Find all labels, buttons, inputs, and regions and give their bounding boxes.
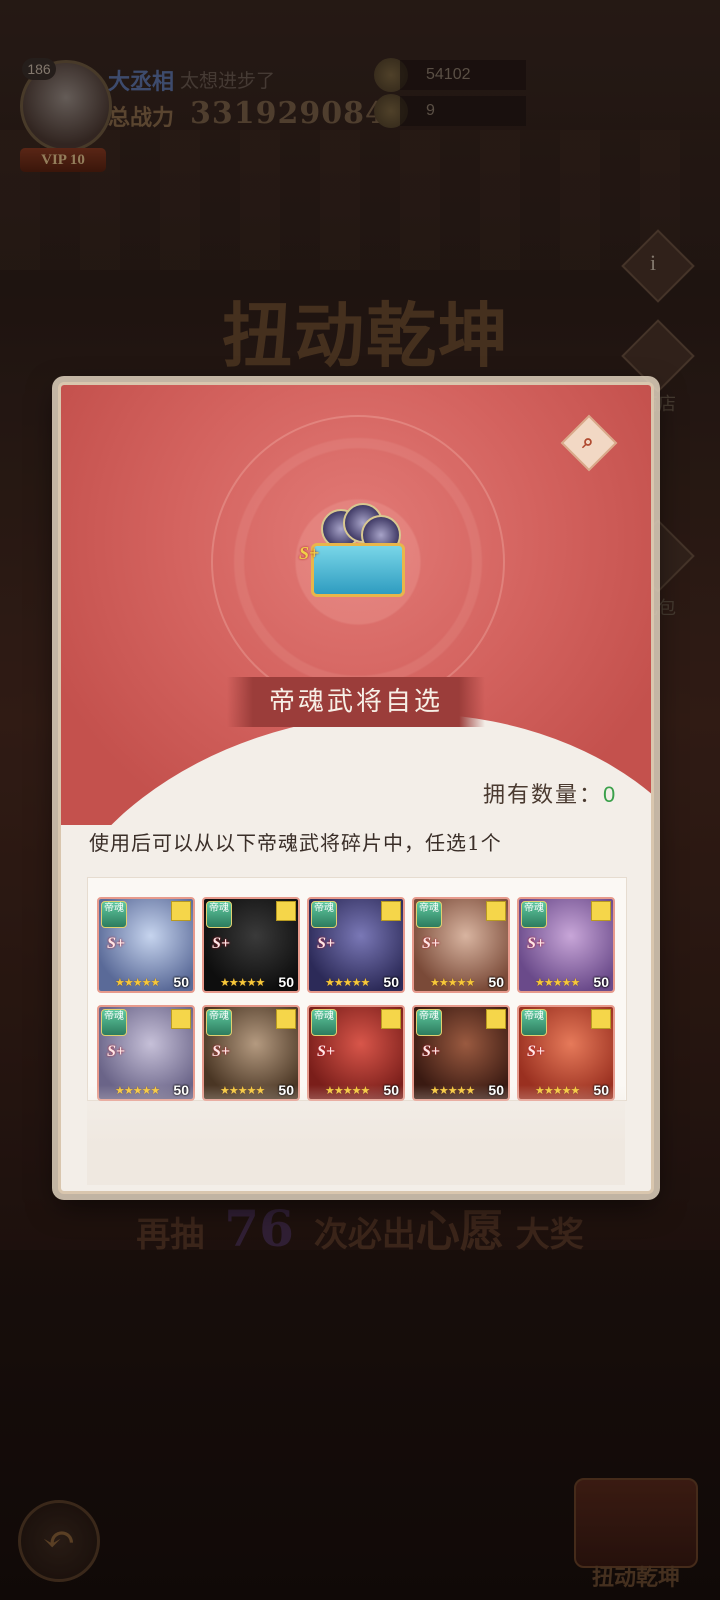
hero-tag: S+ xyxy=(422,935,441,952)
owned-value: 0 xyxy=(603,782,618,807)
chest-box xyxy=(311,543,405,597)
hero-level: 50 xyxy=(383,974,399,990)
hero-tag: S+ xyxy=(317,935,336,952)
fragment-icon xyxy=(171,1009,191,1029)
hero-card[interactable]: 帝魂 S+ ★★★★★ 50 xyxy=(307,897,405,993)
fragment-icon xyxy=(591,901,611,921)
hero-tag: S+ xyxy=(527,1043,546,1060)
owned-count: 拥有数量：0 xyxy=(483,777,617,809)
hero-tag: S+ xyxy=(107,935,126,952)
hero-grade-badge: 帝魂 xyxy=(206,1009,232,1036)
hero-grade-badge: 帝魂 xyxy=(101,1009,127,1036)
hero-tag: S+ xyxy=(212,1043,231,1060)
hero-level: 50 xyxy=(173,974,189,990)
chest-tag: S+ xyxy=(299,543,320,563)
hero-grade-badge: 帝魂 xyxy=(311,901,337,928)
hero-stars: ★★★★★ xyxy=(220,976,265,989)
hero-grade-badge: 帝魂 xyxy=(521,1009,547,1036)
fragment-icon xyxy=(276,901,296,921)
hero-tag: S+ xyxy=(107,1043,126,1060)
hero-card[interactable]: 帝魂 S+ ★★★★★ 50 xyxy=(97,897,195,993)
hero-stars: ★★★★★ xyxy=(115,976,160,989)
hero-stars: ★★★★★ xyxy=(325,976,370,989)
hero-grade-badge: 帝魂 xyxy=(311,1009,337,1036)
grid-fade xyxy=(87,1085,625,1185)
hero-grade-badge: 帝魂 xyxy=(521,901,547,928)
item-description: 使用后可以从以下帝魂武将碎片中，任选1个 xyxy=(89,831,502,855)
hero-level: 50 xyxy=(593,974,609,990)
fragment-icon xyxy=(276,1009,296,1029)
item-detail-modal: ⌕ S+ 帝魂武将自选 拥有数量：0 使用后可以从以下帝魂武将碎片中，任选1个 … xyxy=(58,382,654,1194)
magnify-icon: ⌕ xyxy=(582,429,594,453)
hero-card[interactable]: 帝魂 S+ ★★★★★ 50 xyxy=(517,897,615,993)
modal-title: 帝魂武将自选 xyxy=(268,687,443,717)
hero-tag: S+ xyxy=(422,1043,441,1060)
hero-tag: S+ xyxy=(212,935,231,952)
hero-grade-badge: 帝魂 xyxy=(206,901,232,928)
hero-level: 50 xyxy=(488,974,504,990)
hero-level: 50 xyxy=(278,974,294,990)
owned-label: 拥有数量： xyxy=(483,783,604,808)
fragment-icon xyxy=(171,901,191,921)
hero-grade-badge: 帝魂 xyxy=(416,1009,442,1036)
hero-tag: S+ xyxy=(317,1043,336,1060)
hero-card[interactable]: 帝魂 S+ ★★★★★ 50 xyxy=(202,897,300,993)
fragment-icon xyxy=(381,1009,401,1029)
hero-tag: S+ xyxy=(527,935,546,952)
fragment-icon xyxy=(486,1009,506,1029)
fragment-icon xyxy=(591,1009,611,1029)
hero-card[interactable]: 帝魂 S+ ★★★★★ 50 xyxy=(412,897,510,993)
hero-stars: ★★★★★ xyxy=(535,976,580,989)
fragment-icon xyxy=(486,901,506,921)
fragment-icon xyxy=(381,901,401,921)
hero-grade-badge: 帝魂 xyxy=(416,901,442,928)
selection-chest-icon: S+ xyxy=(299,503,405,597)
hero-stars: ★★★★★ xyxy=(430,976,475,989)
hero-grade-badge: 帝魂 xyxy=(101,901,127,928)
